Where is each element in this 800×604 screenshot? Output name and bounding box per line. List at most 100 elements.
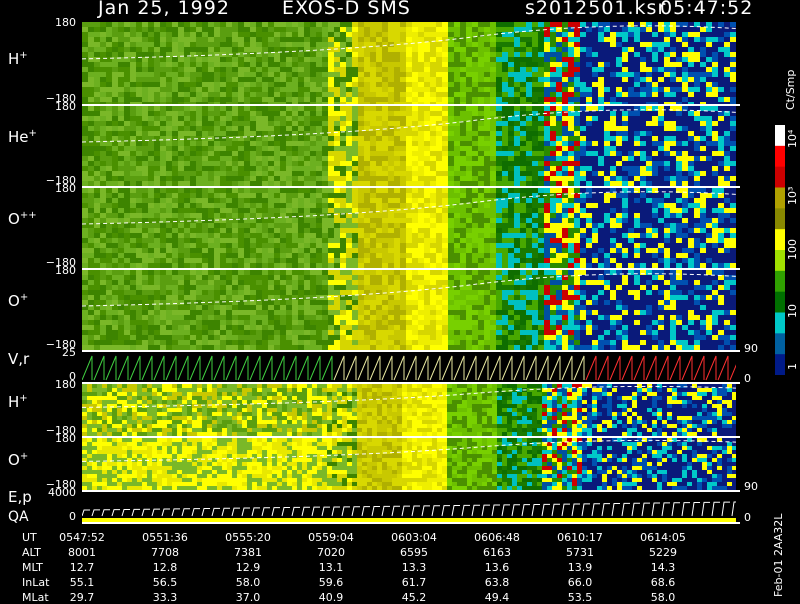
heat-cell — [238, 151, 244, 156]
heat-cell — [154, 22, 160, 27]
heat-cell — [448, 27, 454, 32]
heat-cell — [394, 72, 400, 77]
heat-cell — [292, 166, 298, 171]
heat-cell — [658, 97, 664, 102]
heat-cell — [418, 223, 424, 228]
heat-cell — [376, 131, 382, 136]
heat-cell — [676, 141, 682, 146]
heat-cell — [394, 166, 400, 171]
heat-cell — [688, 166, 694, 171]
heat-cell — [334, 171, 340, 176]
panel-0-plot — [82, 22, 736, 104]
heat-cell — [334, 77, 340, 82]
heat-cell — [556, 146, 562, 151]
heat-cell — [532, 87, 538, 92]
heat-cell — [304, 111, 310, 116]
heat-cell — [346, 248, 352, 253]
heat-cell — [502, 77, 508, 82]
heat-cell — [88, 22, 94, 27]
heat-cell — [670, 27, 676, 32]
heat-cell — [640, 176, 646, 181]
heat-cell — [100, 136, 106, 141]
heat-cell — [532, 203, 538, 208]
heat-cell — [202, 233, 208, 238]
heat-cell — [460, 223, 466, 228]
heat-cell — [574, 62, 580, 67]
heat-cell — [256, 47, 262, 52]
heat-cell — [460, 87, 466, 92]
heat-cell — [340, 223, 346, 228]
heat-cell — [670, 72, 676, 77]
heat-cell — [100, 27, 106, 32]
heat-cell — [214, 166, 220, 171]
heat-cell — [508, 203, 514, 208]
heat-cell — [484, 97, 490, 102]
heat-cell — [334, 37, 340, 42]
heat-cell — [94, 97, 100, 102]
heat-cell — [622, 47, 628, 52]
heat-cell — [256, 258, 262, 263]
heat-cell — [148, 151, 154, 156]
heat-cell — [394, 228, 400, 233]
heat-cell — [118, 146, 124, 151]
heat-cell — [472, 243, 478, 248]
heat-cell — [604, 67, 610, 72]
heat-cell — [328, 52, 334, 57]
heat-cell — [586, 92, 592, 97]
heat-cell — [286, 188, 292, 193]
heat-cell — [382, 176, 388, 181]
heat-cell — [340, 62, 346, 67]
heat-cell — [328, 72, 334, 77]
heat-cell — [280, 151, 286, 156]
heat-cell — [286, 62, 292, 67]
heat-cell — [226, 161, 232, 166]
heat-cell — [448, 67, 454, 72]
heat-cell — [454, 121, 460, 126]
heat-cell — [154, 228, 160, 233]
heat-cell — [496, 238, 502, 243]
heat-cell — [190, 248, 196, 253]
heat-cell — [238, 27, 244, 32]
heat-cell — [688, 47, 694, 52]
heat-cell — [286, 57, 292, 62]
heat-cell — [352, 258, 358, 263]
heat-cell — [574, 146, 580, 151]
heat-cell — [340, 97, 346, 102]
heat-cell — [214, 223, 220, 228]
heat-cell — [538, 77, 544, 82]
heat-cell — [352, 72, 358, 77]
heat-cell — [418, 253, 424, 258]
heat-cell — [298, 131, 304, 136]
heat-cell — [238, 106, 244, 111]
heat-cell — [532, 57, 538, 62]
heat-cell — [400, 72, 406, 77]
heat-cell — [280, 248, 286, 253]
heat-cell — [136, 22, 142, 27]
heat-cell — [310, 106, 316, 111]
heat-cell — [232, 121, 238, 126]
heat-cell — [346, 116, 352, 121]
heat-cell — [448, 208, 454, 213]
heat-cell — [694, 126, 700, 131]
heat-cell — [148, 72, 154, 77]
heat-cell — [322, 106, 328, 111]
heat-cell — [622, 131, 628, 136]
heat-cell — [382, 87, 388, 92]
heat-cell — [574, 42, 580, 47]
heat-cell — [526, 208, 532, 213]
heat-cell — [250, 22, 256, 27]
heat-cell — [178, 42, 184, 47]
heat-cell — [532, 131, 538, 136]
heat-cell — [286, 116, 292, 121]
heat-cell — [136, 37, 142, 42]
heat-cell — [520, 121, 526, 126]
heat-cell — [352, 141, 358, 146]
heat-cell — [292, 52, 298, 57]
heat-cell — [526, 151, 532, 156]
heat-cell — [280, 62, 286, 67]
heat-cell — [376, 62, 382, 67]
heat-cell — [130, 87, 136, 92]
heat-cell — [502, 87, 508, 92]
heat-cell — [568, 151, 574, 156]
heat-cell — [640, 92, 646, 97]
